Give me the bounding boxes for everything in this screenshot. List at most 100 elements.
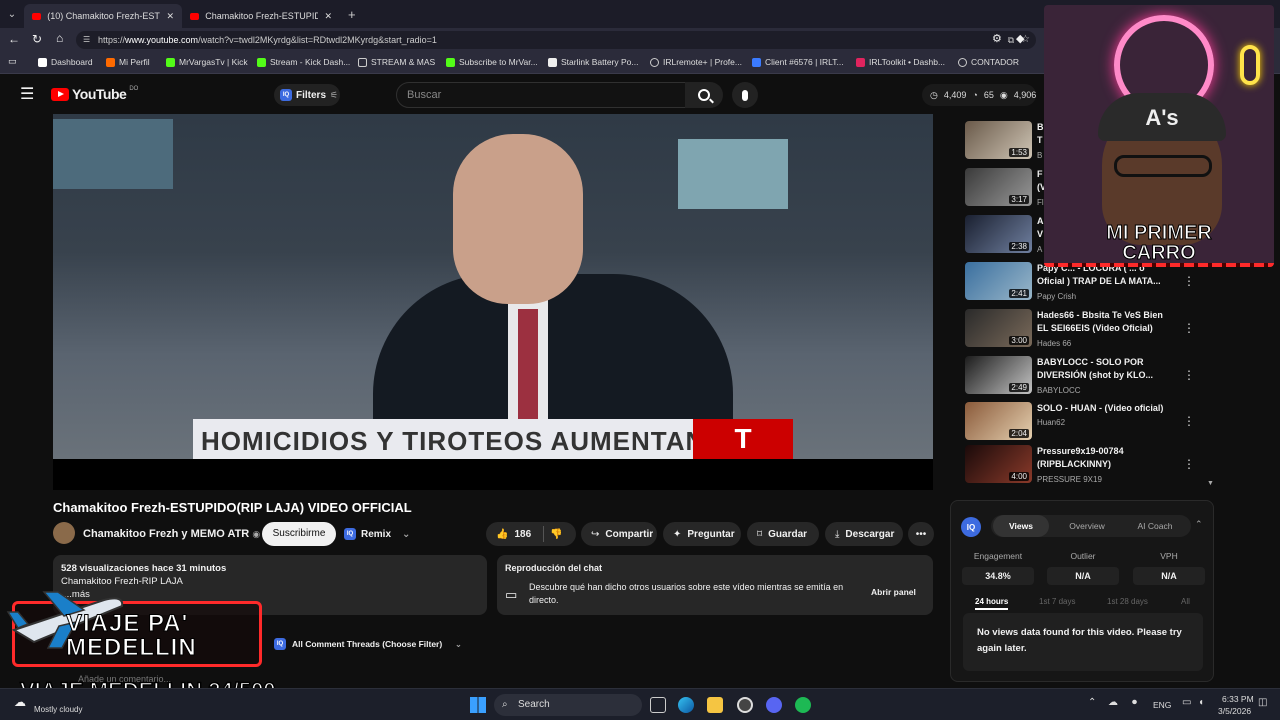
glasses — [1114, 155, 1212, 177]
filters-button[interactable]: IQ Filters ⚟ — [274, 84, 340, 106]
video-thumbnail[interactable]: 1:53 — [965, 121, 1032, 159]
home-icon[interactable]: ⌂ — [56, 31, 63, 45]
list-item[interactable]: 3:00 Hades66 - Bbsita Te VeS Bien EL SEI… — [965, 309, 1205, 353]
bookmark-item[interactable]: Dashboard — [38, 57, 93, 67]
open-in-app-icon[interactable]: ⧉ — [1008, 31, 1014, 49]
more-vertical-icon[interactable]: ⋮ — [1183, 414, 1195, 428]
open-panel-button[interactable]: Abrir panel — [871, 587, 916, 597]
weather-icon[interactable]: ☁ — [14, 695, 26, 709]
notifications-icon[interactable]: ◫ — [1258, 697, 1267, 708]
bookmark-folder[interactable]: STREAM & MAS — [358, 57, 435, 67]
new-tab-icon[interactable]: + — [348, 7, 356, 22]
site-info-icon[interactable]: ☰ — [83, 31, 90, 49]
bookmarks-menu-icon[interactable]: ▭ — [8, 56, 17, 67]
clock-time[interactable]: 6:33 PM — [1222, 694, 1254, 704]
range-28d[interactable]: 1st 28 days — [1107, 597, 1148, 606]
video-thumbnail[interactable]: 4:00 — [965, 445, 1032, 483]
close-tab-icon[interactable]: ✕ — [166, 11, 174, 22]
like-icon[interactable]: 👍 — [496, 529, 508, 540]
subscribe-button[interactable]: Suscribirme — [262, 522, 336, 546]
video-thumbnail[interactable]: 3:17 — [965, 168, 1032, 206]
list-item[interactable]: 4:00 Pressure9x19-00784 (RIPBLACKINNY) P… — [965, 445, 1205, 489]
bookmark-item[interactable]: IRLToolkit • Dashb... — [856, 57, 945, 67]
tray-chevron-icon[interactable]: ⌃ — [1088, 697, 1096, 708]
video-thumbnail[interactable]: 2:41 — [965, 262, 1032, 300]
remix-button[interactable]: IQ Remix ⌄ — [344, 524, 410, 544]
save-button[interactable]: ⌑ Guardar — [747, 522, 819, 546]
ask-button[interactable]: ✦ Preguntar — [663, 522, 741, 546]
search-input[interactable]: Buscar — [396, 82, 686, 108]
weather-text[interactable]: Mostly cloudy — [34, 705, 82, 714]
list-item[interactable]: 2:04 SOLO - HUAN - (Video oficial) Huan6… — [965, 402, 1205, 446]
more-vertical-icon[interactable]: ⋮ — [1183, 321, 1195, 335]
bookmark-item[interactable]: Mi Perfil — [106, 57, 150, 67]
more-actions-button[interactable]: ••• — [908, 522, 934, 546]
network-icon[interactable]: ▭ — [1182, 697, 1191, 708]
bookmark-item[interactable]: MrVargasTv | Kick — [166, 57, 248, 67]
bookmark-item[interactable]: IRLremote+ | Profe... — [650, 57, 742, 67]
extension-diamond-icon[interactable]: ◆ — [1016, 32, 1024, 45]
bookmark-item[interactable]: Stream - Kick Dash... — [257, 57, 350, 67]
spotify-icon[interactable] — [795, 697, 811, 713]
scroll-down-arrow-icon[interactable]: ▼ — [1207, 480, 1214, 487]
channel-name[interactable]: Chamakitoo Frezh y MEMO ATR ◉ — [83, 528, 260, 540]
tray-mic-icon[interactable]: ⏺ — [1132, 697, 1137, 708]
clock-date[interactable]: 3/5/2026 — [1218, 706, 1251, 716]
bookmark-item[interactable]: CONTADOR — [958, 57, 1019, 67]
hamburger-menu-icon[interactable]: ☰ — [20, 84, 34, 104]
voice-search-button[interactable] — [732, 82, 758, 108]
task-view-icon[interactable] — [650, 697, 666, 713]
language-indicator[interactable]: ENG — [1153, 700, 1171, 710]
discord-icon[interactable] — [766, 697, 782, 713]
tab-ai-coach[interactable]: AI Coach — [1123, 515, 1187, 537]
studio-monitor — [678, 139, 788, 209]
dislike-icon[interactable]: 👎 — [550, 529, 562, 540]
close-tab-icon[interactable]: ✕ — [324, 11, 332, 22]
tab-list-chevron-icon[interactable]: ⌄ — [0, 9, 24, 20]
list-item[interactable]: 2:41 Papy C... - LOCURA ( ... o Oficial … — [965, 262, 1205, 306]
tab-active[interactable]: (10) Chamakitoo Frezh-ESTUPIDO( ✕ — [24, 4, 182, 28]
url-field[interactable]: ☰ https://www.youtube.com/watch?v=twdl2M… — [76, 31, 1036, 49]
video-thumbnail[interactable]: 2:04 — [965, 402, 1032, 440]
file-explorer-icon[interactable] — [707, 697, 723, 713]
extensions-icon[interactable]: ⚙ — [992, 32, 1002, 45]
volume-icon[interactable]: ◖ — [1198, 697, 1204, 708]
video-thumbnail[interactable]: 2:49 — [965, 356, 1032, 394]
taskbar-search[interactable]: ⌕ Search — [494, 694, 642, 716]
channel-avatar[interactable] — [53, 522, 75, 544]
search-icon — [698, 89, 714, 104]
tab-views[interactable]: Views — [993, 515, 1049, 537]
tab-overview[interactable]: Overview — [1057, 515, 1117, 537]
edge-browser-icon[interactable] — [678, 697, 694, 713]
windows-start-icon[interactable] — [470, 697, 486, 713]
range-all[interactable]: All — [1181, 597, 1190, 606]
more-vertical-icon[interactable]: ⋮ — [1183, 274, 1195, 288]
tab-second[interactable]: Chamakitoo Frezh-ESTUPIDO(RIP L ✕ — [182, 4, 340, 28]
share-button[interactable]: ↪ Compartir — [581, 522, 657, 546]
search-button[interactable] — [685, 82, 723, 108]
comment-filter-dropdown[interactable]: IQ All Comment Threads (Choose Filter) ⌄ — [270, 633, 468, 655]
chrome-icon[interactable] — [737, 697, 753, 713]
download-button[interactable]: ⤓ Descargar — [825, 522, 903, 546]
back-icon[interactable]: ← — [8, 32, 20, 46]
more-vertical-icon[interactable]: ⋮ — [1183, 457, 1195, 471]
bookmark-item[interactable]: Subscribe to MrVar... — [446, 57, 538, 67]
youtube-logo[interactable]: YouTube DO — [51, 86, 138, 102]
video-thumbnail[interactable]: 2:38 — [965, 215, 1032, 253]
engagement-value: 34.8% — [962, 567, 1034, 585]
bookmark-item[interactable]: Client #6576 | IRLT... — [752, 57, 844, 67]
more-horizontal-icon: ••• — [915, 528, 927, 540]
tray-app-icon[interactable]: ☁ — [1108, 697, 1118, 708]
video-thumbnail[interactable]: 3:00 — [965, 309, 1032, 347]
reload-icon[interactable]: ↻ — [32, 32, 42, 46]
video-player[interactable]: HOMICIDIOS Y TIROTEOS AUMENTAN EN NY T — [53, 114, 933, 490]
more-vertical-icon[interactable]: ⋮ — [1183, 368, 1195, 382]
clock-icon: ◷ — [930, 89, 938, 100]
bookmark-item[interactable]: Starlink Battery Po... — [548, 57, 638, 67]
range-24h[interactable]: 24 hours — [975, 597, 1009, 610]
like-dislike-button[interactable]: 👍 186 👎 — [486, 522, 576, 546]
range-7d[interactable]: 1st 7 days — [1039, 597, 1075, 606]
collapse-chevron-icon[interactable]: ⌃ — [1195, 519, 1203, 530]
list-item[interactable]: 2:49 BABYLOCC - SOLO POR DIVERSIÓN (shot… — [965, 356, 1205, 400]
travel-overlay-title: VIAJE PA' MEDELLIN — [66, 610, 197, 661]
